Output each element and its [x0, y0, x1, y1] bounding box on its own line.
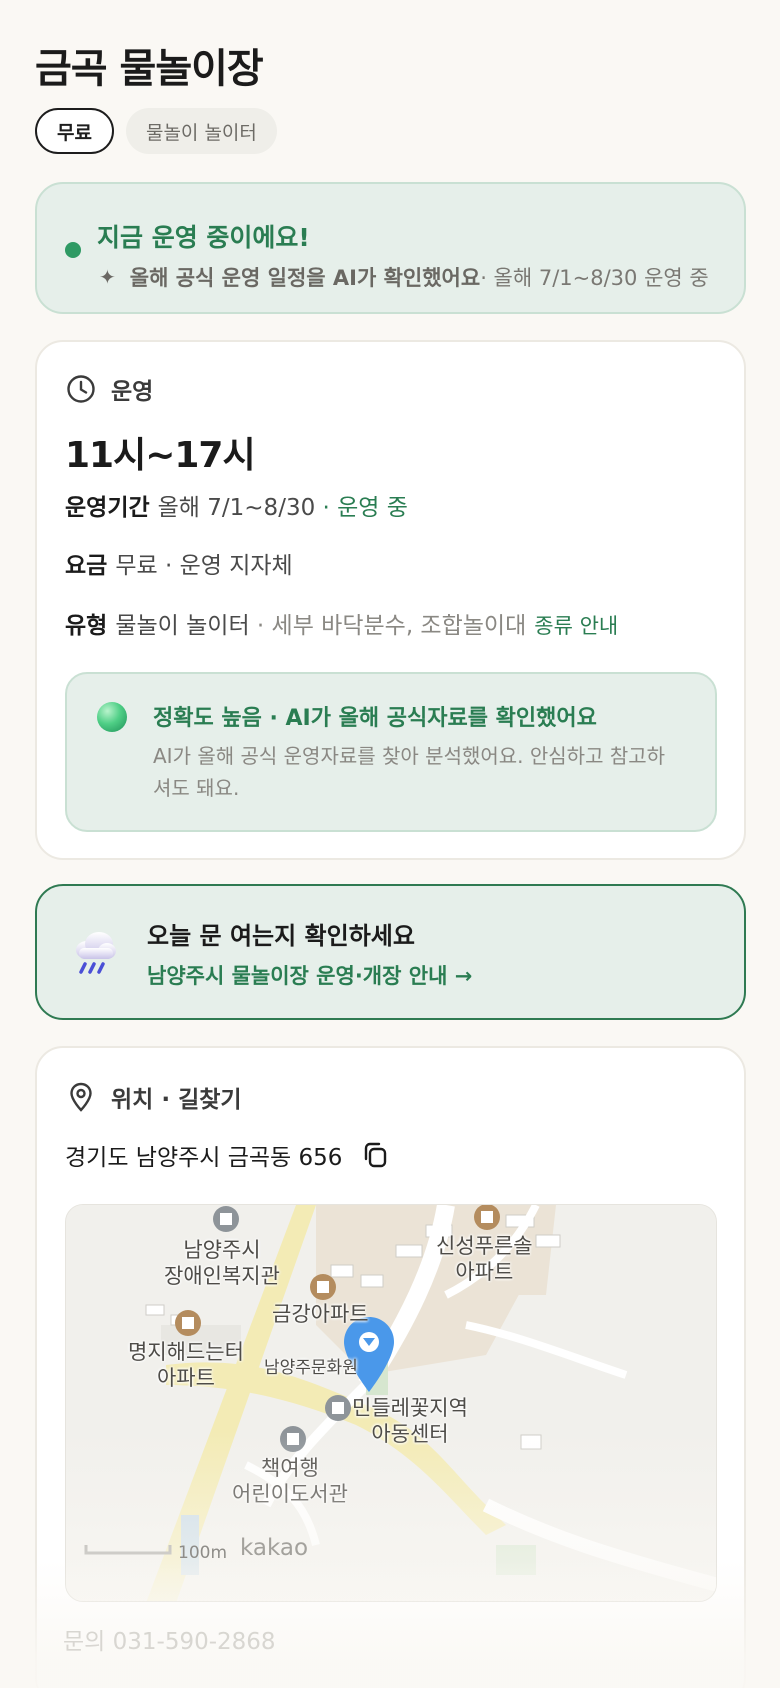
location-pin-icon — [70, 1082, 92, 1112]
rain-cloud-icon — [76, 932, 116, 974]
operating-status-card: 지금 운영 중이에요! ✦ 올해 공식 운영 일정을 AI가 확인했어요 · 올… — [35, 182, 746, 314]
fee-label: 요금 — [65, 553, 108, 579]
type-value: 물놀이 놀이터 — [115, 613, 250, 639]
period-status: · 운영 중 — [315, 495, 408, 521]
chip-free[interactable]: 무료 — [35, 108, 114, 154]
map-scale-label: 100m — [178, 1543, 228, 1563]
type-detail: · 세부 바닥분수, 조합놀이대 — [249, 613, 527, 639]
period-label: 운영기간 — [65, 495, 150, 521]
page-title: 금곡 물놀이장 — [35, 46, 264, 92]
map-label-welfare: 남양주시 장애인복지관 — [164, 1238, 280, 1288]
status-verified: 올해 공식 운영 일정을 AI가 확인했어요 — [129, 266, 481, 290]
accuracy-headline: 정확도 높음 · AI가 올해 공식자료를 확인했어요 — [153, 706, 597, 731]
hours-card: 운영 11시~17시 운영기간 올해 7/1~8/30 · 운영 중 요금 무료 ·… — [35, 340, 746, 860]
sparkle-icon: ✦ — [99, 265, 116, 289]
operating-hours: 11시~17시 — [65, 435, 256, 476]
fee-value: 무료 · 운영 지자체 — [115, 553, 293, 579]
tag-chips: 무료 물놀이 놀이터 — [35, 108, 277, 154]
address-text: 경기도 남양주시 금곡동 656 — [65, 1145, 343, 1171]
accuracy-orb-icon — [97, 702, 127, 732]
chip-type[interactable]: 물놀이 놀이터 — [125, 108, 277, 154]
status-dot — [65, 242, 81, 258]
accuracy-box: 정확도 높음 · AI가 올해 공식자료를 확인했어요 AI가 올해 공식 운영… — [65, 672, 717, 832]
location-card: 위치 · 길찾기 경기도 남양주시 금곡동 656 남양주시 장애인복지관 신성… — [35, 1046, 746, 1688]
period-row: 운영기간 올해 7/1~8/30 · 운영 중 — [65, 488, 408, 522]
place-detail-page: 금곡 물놀이장 무료 물놀이 놀이터 지금 운영 중이에요! ✦ 올해 공식 운… — [0, 0, 780, 1688]
map-fade — [66, 1431, 716, 1601]
status-headline: 지금 운영 중이에요! — [97, 223, 310, 252]
map-label-culture-center: 남양주문화원 — [264, 1358, 358, 1378]
status-period: · 올해 7/1~8/30 운영 중 — [480, 266, 709, 290]
check-today-card[interactable]: 오늘 문 여는지 확인하세요 남양주시 물놀이장 운영·개장 안내 → — [35, 884, 746, 1020]
type-label: 유형 — [65, 613, 108, 639]
hours-section-label: 운영 — [111, 379, 154, 405]
location-section-header: 위치 · 길찾기 — [65, 1080, 242, 1114]
period-value: 올해 7/1~8/30 — [157, 495, 316, 521]
contact-phone[interactable]: 문의 031-590-2868 — [63, 1622, 276, 1656]
notice-headline: 오늘 문 여는지 확인하세요 — [147, 922, 415, 950]
map-label-geumgang-apt: 금강아파트 — [272, 1302, 369, 1326]
address-row: 경기도 남양주시 금곡동 656 — [65, 1138, 390, 1172]
fee-row: 요금 무료 · 운영 지자체 — [65, 546, 293, 580]
map-label-myeongji-apt: 명지해드는터 아파트 — [128, 1340, 244, 1390]
hours-section-header: 운영 — [65, 372, 153, 406]
accuracy-body: AI가 올해 공식 운영자료를 찾아 분석했어요. 안심하고 참고하셔도 돼요. — [153, 744, 666, 800]
clock-icon — [67, 375, 95, 403]
type-row: 유형 물놀이 놀이터 · 세부 바닥분수, 조합놀이대 종류 안내 — [65, 606, 618, 640]
status-subline: ✦ 올해 공식 운영 일정을 AI가 확인했어요 · 올해 7/1~8/30 운… — [99, 262, 709, 292]
location-section-label: 위치 · 길찾기 — [111, 1087, 242, 1113]
map-brand-logo: kakao — [240, 1535, 309, 1561]
notice-link[interactable]: 남양주시 물놀이장 운영·개장 안내 → — [147, 960, 472, 990]
type-guide-link[interactable]: 종류 안내 — [534, 614, 618, 638]
map-label-sinsung-apt: 신성푸른솔 아파트 — [436, 1234, 533, 1284]
location-map[interactable]: 남양주시 장애인복지관 신성푸른솔 아파트 금강아파트 명지해드는터 아파트 남양주문… — [65, 1204, 717, 1602]
copy-icon[interactable] — [360, 1140, 390, 1170]
